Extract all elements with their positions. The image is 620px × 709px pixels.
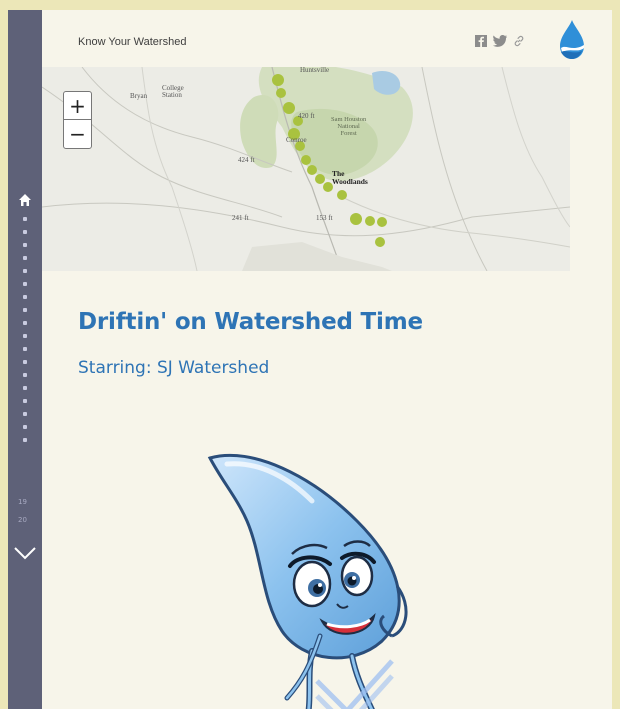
section-dot[interactable] <box>23 256 27 260</box>
story-map-frame: 19 20 Know Your Watershed + − Bryan Coll… <box>8 10 612 709</box>
story-subtitle: Starring: SJ Watershed <box>78 358 270 378</box>
link-icon[interactable] <box>513 35 525 47</box>
water-drop-mascot-image <box>207 453 408 709</box>
map-label-bryan: Bryan <box>130 92 148 100</box>
map-label-elev-153: 153 ft <box>316 214 333 222</box>
header: Know Your Watershed <box>42 10 612 67</box>
section-number-20[interactable]: 20 <box>18 516 27 524</box>
section-dot[interactable] <box>23 269 27 273</box>
section-dot[interactable] <box>23 295 27 299</box>
map-label-elev-424: 424 ft <box>238 156 255 164</box>
section-dot[interactable] <box>23 438 27 442</box>
section-dot[interactable] <box>23 425 27 429</box>
section-dot[interactable] <box>23 282 27 286</box>
map-label-top: Huntsville <box>300 67 330 74</box>
twitter-icon[interactable] <box>493 35 507 47</box>
section-dot[interactable] <box>23 347 27 351</box>
section-dot[interactable] <box>23 360 27 364</box>
facebook-icon[interactable] <box>475 35 487 47</box>
section-dots <box>23 217 28 451</box>
section-dot[interactable] <box>23 386 27 390</box>
map-label-sam-houston: Sam Houston National Forest <box>331 116 367 137</box>
section-dot[interactable] <box>23 321 27 325</box>
section-number-19[interactable]: 19 <box>18 498 27 506</box>
story-title: Driftin' on Watershed Time <box>78 309 423 335</box>
app-title: Know Your Watershed <box>78 36 187 48</box>
water-drop-logo <box>560 20 584 59</box>
map-label-elev-420: 420 ft <box>298 112 315 120</box>
section-dot[interactable] <box>23 373 27 377</box>
zoom-in-button[interactable]: + <box>64 92 91 120</box>
section-dot[interactable] <box>23 334 27 338</box>
section-dot[interactable] <box>23 308 27 312</box>
section-dot[interactable] <box>23 412 27 416</box>
chevron-down-icon[interactable] <box>13 545 37 561</box>
map-basemap <box>42 67 570 271</box>
map-label-conroe: Conroe <box>286 136 307 144</box>
section-dot[interactable] <box>23 217 27 221</box>
map-label-elev-241: 241 ft <box>232 214 249 222</box>
section-dot[interactable] <box>23 230 27 234</box>
home-icon[interactable] <box>17 192 33 208</box>
section-dot[interactable] <box>23 243 27 247</box>
zoom-control: + − <box>63 91 92 149</box>
map-label-college-station: College Station <box>162 84 184 100</box>
story-panel: Driftin' on Watershed Time Starring: SJ … <box>42 271 612 709</box>
side-navigation: 19 20 <box>8 10 42 709</box>
map-label-woodlands: The Woodlands <box>332 169 368 186</box>
section-dot[interactable] <box>23 399 27 403</box>
map-view[interactable]: + − Bryan College Station Huntsville Sam… <box>42 67 570 271</box>
zoom-out-button[interactable]: − <box>64 120 91 148</box>
